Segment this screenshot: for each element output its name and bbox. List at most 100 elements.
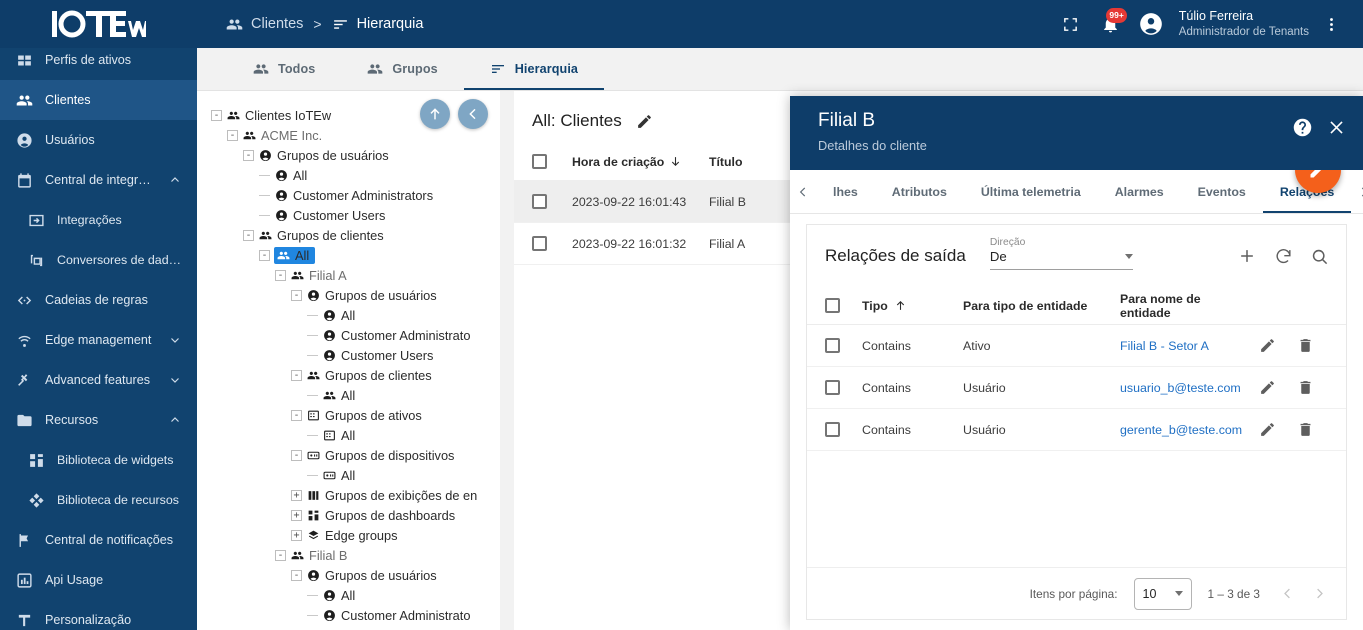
sidebar-item-personaliza-o[interactable]: Personalização: [0, 600, 197, 630]
tree-node[interactable]: - Filial A: [211, 265, 500, 285]
tree-node[interactable]: Customer Users: [211, 345, 500, 365]
tree-node[interactable]: + Grupos de exibições de en: [211, 485, 500, 505]
relation-row-checkbox[interactable]: [825, 338, 840, 353]
tree-node[interactable]: - All: [211, 245, 500, 265]
tree-node[interactable]: All: [211, 585, 500, 605]
logo-area[interactable]: [0, 0, 197, 48]
edit-relation-button[interactable]: [1257, 420, 1277, 440]
tree-expander-expanded[interactable]: -: [227, 129, 238, 141]
detail-tab--ltima-telemetria[interactable]: Última telemetria: [964, 170, 1098, 213]
tree-expander-expanded[interactable]: -: [291, 449, 302, 461]
column-header-hora-de-criacao[interactable]: Hora de criação: [572, 155, 709, 169]
tree-node[interactable]: - Grupos de usuários: [211, 285, 500, 305]
tree-node[interactable]: Customer Administrato: [211, 325, 500, 345]
tree-expander-collapsed[interactable]: +: [291, 529, 302, 541]
tree-expander-collapsed[interactable]: +: [291, 489, 302, 501]
tree-node[interactable]: - Grupos de dispositivos: [211, 445, 500, 465]
tree-node[interactable]: - Grupos de clientes: [211, 365, 500, 385]
relation-cell-entity-name[interactable]: usuario_b@teste.com: [1120, 381, 1251, 395]
detail-tab-eventos[interactable]: Eventos: [1181, 170, 1263, 213]
tree-node[interactable]: All: [211, 305, 500, 325]
tree-node[interactable]: Customer Administrato: [211, 605, 500, 625]
relation-cell-entity-name[interactable]: gerente_b@teste.com: [1120, 423, 1251, 437]
relations-select-all-checkbox[interactable]: [825, 298, 840, 313]
search-relations-button[interactable]: [1308, 245, 1330, 267]
tree-expander-expanded[interactable]: -: [243, 149, 254, 161]
relation-row[interactable]: Contains Usuário usuario_b@teste.com: [807, 367, 1346, 409]
refresh-relations-button[interactable]: [1272, 245, 1294, 267]
help-button[interactable]: [1289, 114, 1315, 140]
table-edit-button[interactable]: [636, 113, 653, 130]
sidebar-item-cadeias-de-regras[interactable]: Cadeias de regras: [0, 280, 197, 320]
detail-tabs-next-button[interactable]: [1351, 170, 1363, 213]
tree-node[interactable]: - Grupos de clientes: [211, 225, 500, 245]
detail-tab-atributos[interactable]: Atributos: [875, 170, 964, 213]
relation-row[interactable]: Contains Usuário gerente_b@teste.com: [807, 409, 1346, 451]
tree-expander-expanded[interactable]: -: [275, 549, 286, 561]
edit-relation-button[interactable]: [1257, 378, 1277, 398]
tree-go-up-button[interactable]: [420, 99, 450, 129]
tree-expander-expanded[interactable]: -: [291, 369, 302, 381]
tree-node[interactable]: All: [211, 425, 500, 445]
paginator-next-button[interactable]: [1308, 583, 1330, 605]
tree-node[interactable]: Customer Users: [211, 205, 500, 225]
tree-expander-expanded[interactable]: -: [243, 229, 254, 241]
tree-expander-expanded[interactable]: -: [211, 109, 222, 121]
relation-cell-entity-name[interactable]: Filial B - Setor A: [1120, 339, 1251, 353]
tree-node[interactable]: + Edge groups: [211, 525, 500, 545]
direction-select-field[interactable]: De: [989, 249, 1133, 270]
delete-relation-button[interactable]: [1295, 336, 1315, 356]
sidebar-item-clientes[interactable]: Clientes: [0, 80, 197, 120]
tree-node[interactable]: - Grupos de ativos: [211, 405, 500, 425]
tree-expander-expanded[interactable]: -: [275, 269, 286, 281]
tab-hierarquia[interactable]: Hierarquia: [463, 48, 605, 90]
relations-column-header-entity-name[interactable]: Para nome de entidade: [1120, 292, 1251, 320]
tree-node[interactable]: + Grupos de dashboards: [211, 505, 500, 525]
tree-node[interactable]: Customer Users: [211, 625, 500, 630]
paginator-prev-button[interactable]: [1276, 583, 1298, 605]
tab-grupos[interactable]: Grupos: [341, 48, 463, 90]
tree-node[interactable]: All: [211, 465, 500, 485]
fullscreen-button[interactable]: [1053, 6, 1089, 42]
relation-row-checkbox[interactable]: [825, 380, 840, 395]
sidebar-item-biblioteca-de-recursos[interactable]: Biblioteca de recursos: [0, 480, 197, 520]
more-options-button[interactable]: [1313, 6, 1349, 42]
sidebar-item-advanced-features[interactable]: Advanced features: [0, 360, 197, 400]
direction-select[interactable]: Direção De: [989, 237, 1133, 270]
sidebar-item-integra-es[interactable]: Integrações: [0, 200, 197, 240]
detail-tab-lhes[interactable]: lhes: [816, 170, 875, 213]
tab-todos[interactable]: Todos: [227, 48, 341, 90]
tree-node[interactable]: Customer Administrators: [211, 185, 500, 205]
detail-tabs-prev-button[interactable]: [790, 170, 816, 213]
select-all-checkbox[interactable]: [532, 154, 547, 169]
notifications-button[interactable]: 99+: [1093, 6, 1129, 42]
detail-tab-alarmes[interactable]: Alarmes: [1098, 170, 1181, 213]
tree-expander-collapsed[interactable]: +: [291, 509, 302, 521]
sidebar-item-biblioteca-de-widgets[interactable]: Biblioteca de widgets: [0, 440, 197, 480]
tree-node-selected[interactable]: All: [274, 246, 316, 264]
delete-relation-button[interactable]: [1295, 378, 1315, 398]
sidebar-item-usu-rios[interactable]: Usuários: [0, 120, 197, 160]
user-info[interactable]: Túlio Ferreira Administrador de Tenants: [1179, 9, 1309, 39]
row-checkbox[interactable]: [532, 194, 547, 209]
sidebar-item-central-de-notifica-es[interactable]: Central de notificações: [0, 520, 197, 560]
tree-collapse-button[interactable]: [458, 99, 488, 129]
tree-expander-expanded[interactable]: -: [291, 289, 302, 301]
column-header-titulo[interactable]: Título: [709, 155, 801, 169]
relation-row[interactable]: Contains Ativo Filial B - Setor A: [807, 325, 1346, 367]
relations-column-header-tipo[interactable]: Tipo: [862, 299, 963, 313]
tree-node[interactable]: All: [211, 165, 500, 185]
sidebar-item-api-usage[interactable]: Api Usage: [0, 560, 197, 600]
tree-node[interactable]: - Filial B: [211, 545, 500, 565]
sidebar-item-recursos[interactable]: Recursos: [0, 400, 197, 440]
sidebar-item-central-de-integra-es[interactable]: Central de integrações: [0, 160, 197, 200]
app-logo[interactable]: [48, 2, 148, 46]
tree-node[interactable]: - Grupos de usuários: [211, 565, 500, 585]
tree-expander-expanded[interactable]: -: [291, 569, 302, 581]
delete-relation-button[interactable]: [1295, 420, 1315, 440]
row-checkbox[interactable]: [532, 236, 547, 251]
tree-node[interactable]: All: [211, 385, 500, 405]
tree-expander-expanded[interactable]: -: [259, 249, 270, 261]
relation-row-checkbox[interactable]: [825, 422, 840, 437]
sidebar-item-edge-management[interactable]: Edge management: [0, 320, 197, 360]
